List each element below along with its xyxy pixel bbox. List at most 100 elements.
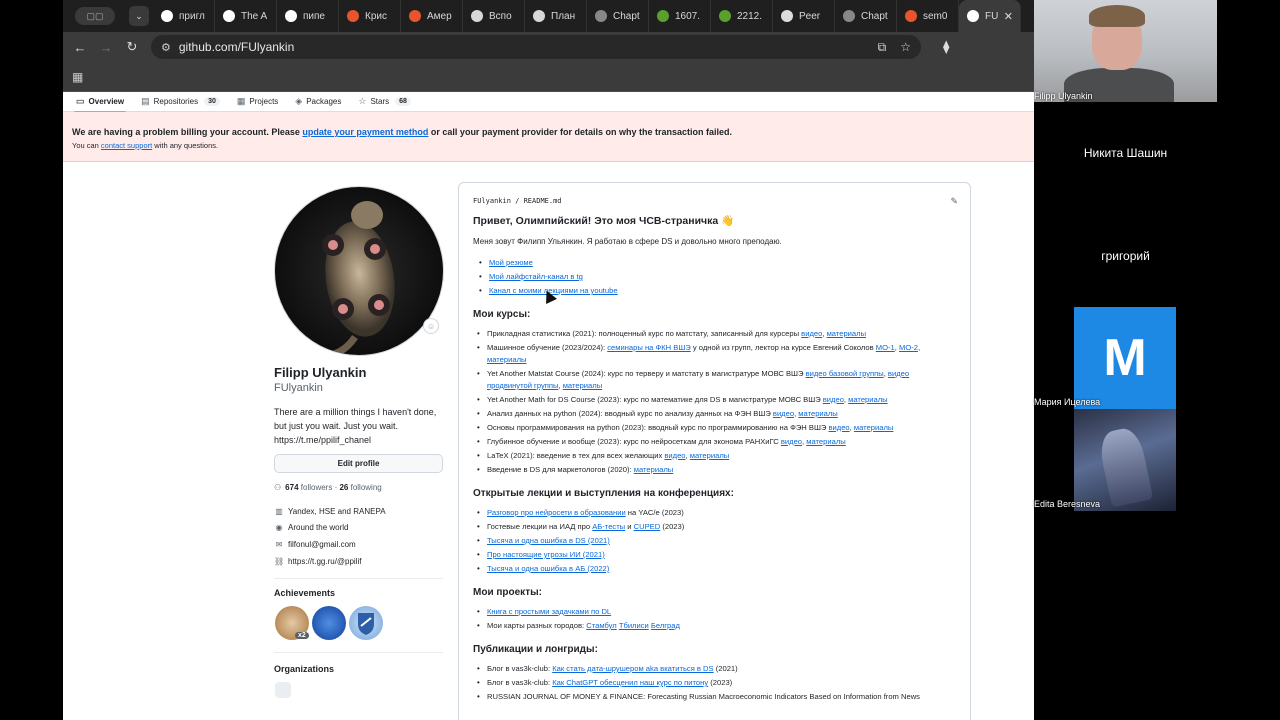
readme-link[interactable]: Как стать дата-шрушером aka вкатиться в … — [552, 664, 713, 673]
list-item: Разговор про нейросети в образовании на … — [473, 507, 956, 519]
profile-tab-stars[interactable]: ☆ Stars 68 — [358, 92, 411, 112]
address-bar[interactable]: ⚙ github.com/FUlyankin ⧉ ☆ — [151, 35, 921, 59]
browser-tab[interactable]: 2212. — [711, 0, 773, 32]
chevron-down-icon[interactable]: ⌄ — [129, 6, 149, 26]
pencil-icon[interactable]: ✎ — [950, 196, 958, 207]
readme-link[interactable]: CUPED — [634, 522, 661, 531]
organization-avatar[interactable] — [275, 682, 291, 698]
profile-login: FUlyankin — [274, 382, 323, 394]
contact-support-link[interactable]: contact support — [101, 141, 152, 150]
tab-title: The A — [241, 10, 268, 22]
profile-tab-overview[interactable]: ▭ Overview — [73, 92, 127, 113]
forward-arrow-icon[interactable]: → — [97, 38, 115, 56]
profile-tab-packages[interactable]: ◈ Packages — [295, 92, 341, 112]
readme-path-user[interactable]: FUlyankin — [473, 197, 511, 205]
tab-strip: ▢▢ ⌄ пригл The A пипе Крис Амер Вспо План Chapt… — [63, 0, 1034, 32]
video-tile-edita[interactable] — [1074, 409, 1176, 511]
achievement-badge-quickdraw[interactable] — [349, 606, 383, 640]
video-tile-maria[interactable]: M — [1074, 307, 1176, 409]
tab-search-button[interactable]: ▢▢ — [75, 7, 115, 25]
profile-tab-projects[interactable]: ▦ Projects — [237, 92, 278, 112]
text: и — [625, 522, 634, 531]
edit-profile-button[interactable]: Edit profile — [274, 454, 443, 473]
install-app-icon[interactable]: ⧉ — [878, 40, 887, 55]
readme-path-file[interactable]: README.md — [524, 197, 562, 205]
apps-grid-icon[interactable]: ▦ — [72, 70, 83, 84]
email-link[interactable]: filfonul@gmail.com — [288, 540, 356, 549]
browser-tab[interactable]: 1607. — [649, 0, 711, 32]
website-link[interactable]: https://t.gg.ru/@ppilif — [288, 557, 362, 566]
readme-intro: Меня зовут Филипп Ульянкин. Я работаю в … — [473, 237, 782, 246]
list-item: Блог в vas3k-club: Как ChatGPT обесценил… — [473, 677, 956, 689]
back-arrow-icon[interactable]: ← — [71, 38, 89, 56]
following-count[interactable]: 26 — [339, 483, 348, 492]
readme-link[interactable]: материалы — [563, 381, 602, 390]
google-icon — [285, 10, 297, 22]
readme-link[interactable]: материалы — [827, 329, 866, 338]
readme-link[interactable]: Книга с простыми задачками по DL — [487, 607, 611, 616]
profile-tab-repositories[interactable]: ▤ Repositories 30 — [141, 92, 220, 112]
readme-link[interactable]: материалы — [854, 423, 893, 432]
readme-link[interactable]: Мой лайфстайл-канал в tg — [489, 272, 583, 281]
browser-tab[interactable]: FU ✕ — [959, 0, 1021, 32]
readme-link[interactable]: Про настоящие угрозы ИИ (2021) — [487, 550, 605, 559]
browser-tab[interactable]: Peer — [773, 0, 835, 32]
achievements-title[interactable]: Achievements — [274, 588, 335, 598]
status-smiley-icon[interactable]: ☺ — [423, 318, 439, 334]
readme-link[interactable]: МО-2 — [899, 343, 918, 352]
browser-tab[interactable]: План — [525, 0, 587, 32]
readme-link[interactable]: материалы — [690, 451, 729, 460]
readme-link[interactable]: Тбилиси — [619, 621, 649, 630]
readme-link[interactable]: Разговор про нейросети в образовании — [487, 508, 626, 517]
readme-link[interactable]: материалы — [634, 465, 673, 474]
readme-link[interactable]: Стамбул — [586, 621, 616, 630]
readme-link[interactable]: АБ-тесты — [592, 522, 625, 531]
readme-link[interactable]: семинары на ФКН ВШЭ — [607, 343, 691, 352]
achievement-badge-pull-shark[interactable] — [312, 606, 346, 640]
readme-link[interactable]: видео — [773, 409, 794, 418]
readme-link[interactable]: видео — [664, 451, 685, 460]
tab-title: FU — [985, 10, 999, 22]
update-payment-link[interactable]: update your payment method — [302, 127, 428, 137]
browser-tab[interactable]: Крис — [339, 0, 401, 32]
followers-label[interactable]: followers — [301, 483, 333, 492]
readme-link[interactable]: видео — [781, 437, 802, 446]
readme-link[interactable]: МО-1 — [876, 343, 895, 352]
browser-tab[interactable]: The A — [215, 0, 277, 32]
list-item: Прикладная статистика (2021): полноценны… — [473, 328, 956, 340]
check-icon — [781, 10, 793, 22]
browser-tab[interactable]: Chapt — [587, 0, 649, 32]
readme-link[interactable]: видео — [829, 423, 850, 432]
browser-tab[interactable]: Chapt — [835, 0, 897, 32]
k-icon — [409, 10, 421, 22]
text: Блог в vas3k-club: — [487, 678, 553, 687]
readme-link[interactable]: Белград — [651, 621, 680, 630]
readme-link[interactable]: видео — [823, 395, 844, 404]
list-item: Гостевые лекции на ИАД про АБ-тесты и CU… — [473, 521, 956, 533]
following-label[interactable]: following — [351, 483, 382, 492]
browser-tab[interactable]: sem0 — [897, 0, 959, 32]
readme-link[interactable]: Тысяча и одна ошибка в DS (2021) — [487, 536, 610, 545]
browser-tab[interactable]: пригл — [153, 0, 215, 32]
readme-link[interactable]: видео базовой группы — [806, 369, 884, 378]
reload-icon[interactable]: ↻ — [123, 38, 141, 56]
browser-tab[interactable]: Вспо — [463, 0, 525, 32]
readme-link[interactable]: Тысяча и одна ошибка в АБ (2022) — [487, 564, 609, 573]
readme-link[interactable]: Мой резюме — [489, 258, 533, 267]
browser-tab[interactable]: Амер — [401, 0, 463, 32]
billing-alert-line2: You can contact support with any questio… — [72, 141, 1034, 150]
followers-count[interactable]: 674 — [285, 483, 298, 492]
readme-link[interactable]: материалы — [806, 437, 845, 446]
readme-link[interactable]: видео — [801, 329, 822, 338]
readme-link[interactable]: материалы — [848, 395, 887, 404]
readme-link[interactable]: материалы — [798, 409, 837, 418]
readme-link[interactable]: Как ChatGPT обесценил наш курс по питону — [552, 678, 708, 687]
extensions-icon[interactable]: ⧫ — [943, 39, 949, 55]
browser-tab[interactable]: пипе — [277, 0, 339, 32]
site-info-icon[interactable]: ⚙ — [161, 41, 171, 54]
video-tile-filipp[interactable]: Filipp Ulyankin — [1034, 0, 1217, 102]
avatar[interactable] — [274, 186, 444, 356]
bookmark-star-icon[interactable]: ☆ — [900, 40, 911, 55]
close-icon[interactable]: ✕ — [1004, 10, 1013, 23]
readme-link[interactable]: материалы — [487, 355, 526, 364]
